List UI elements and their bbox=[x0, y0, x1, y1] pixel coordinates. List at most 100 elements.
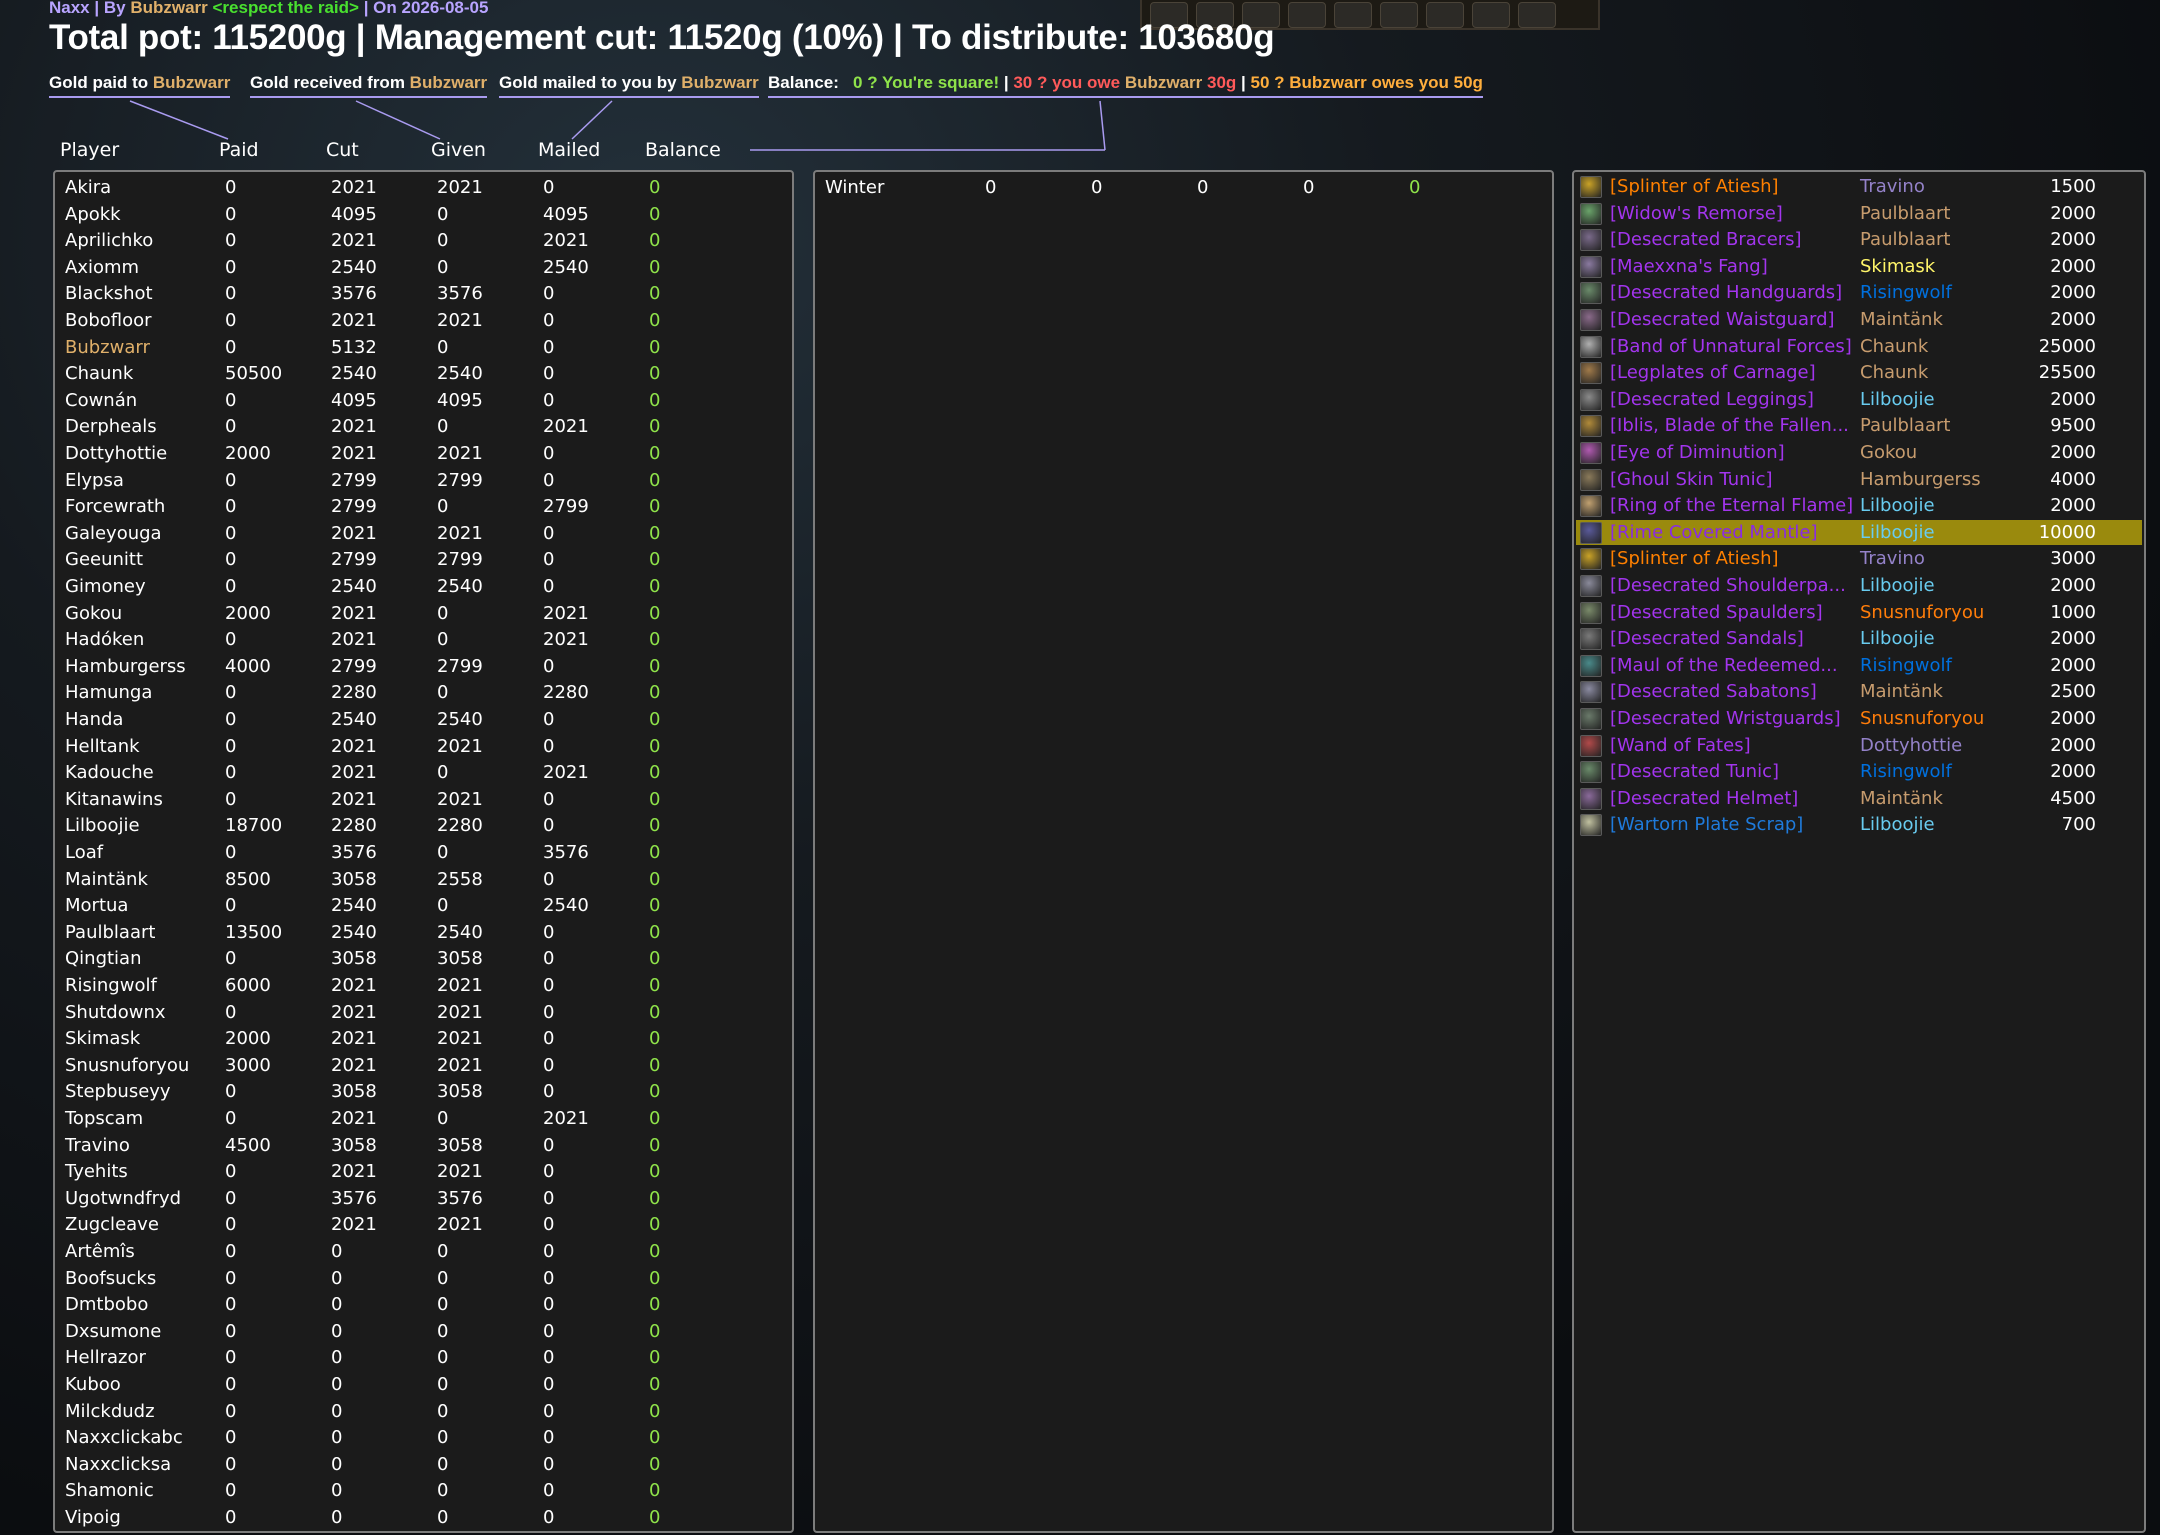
table-row[interactable]: Paulblaart 13500 2540 2540 0 0 bbox=[55, 920, 792, 947]
loot-row[interactable]: [Desecrated Helmet] Maintänk 4500 bbox=[1576, 786, 2142, 812]
item-link[interactable]: [Desecrated Spaulders] bbox=[1610, 600, 1823, 626]
loot-row[interactable]: [Iblis, Blade of the Fallen... Paulblaart… bbox=[1576, 413, 2142, 439]
table-row[interactable]: Dottyhottie 2000 2021 2021 0 0 bbox=[55, 441, 792, 468]
item-link[interactable]: [Desecrated Shoulderpa... bbox=[1610, 573, 1846, 599]
table-row[interactable]: Dxsumone 0 0 0 0 0 bbox=[55, 1319, 792, 1346]
table-row[interactable]: Zugcleave 0 2021 2021 0 0 bbox=[55, 1212, 792, 1239]
loot-row[interactable]: [Legplates of Carnage] Chaunk 25500 bbox=[1576, 360, 2142, 386]
item-link[interactable]: [Desecrated Waistguard] bbox=[1610, 307, 1835, 333]
table-row[interactable]: Chaunk 50500 2540 2540 0 0 bbox=[55, 361, 792, 388]
col-header-balance[interactable]: Balance bbox=[645, 139, 721, 161]
item-icon[interactable] bbox=[1580, 787, 1602, 810]
item-link[interactable]: [Desecrated Bracers] bbox=[1610, 227, 1802, 253]
item-icon[interactable] bbox=[1580, 575, 1602, 597]
loot-row[interactable]: [Wand of Fates] Dottyhottie 2000 bbox=[1576, 733, 2142, 759]
table-row[interactable]: Qingtian 0 3058 3058 0 0 bbox=[55, 946, 792, 973]
ability-slot-icon[interactable] bbox=[1518, 2, 1556, 28]
item-link[interactable]: [Band of Unnatural Forces] bbox=[1610, 334, 1852, 360]
ability-slot-icon[interactable] bbox=[1380, 2, 1418, 28]
item-icon[interactable] bbox=[1580, 681, 1602, 704]
item-link[interactable]: [Splinter of Atiesh] bbox=[1610, 174, 1779, 200]
table-row[interactable]: Dmtbobo 0 0 0 0 0 bbox=[55, 1292, 792, 1319]
item-link[interactable]: [Desecrated Leggings] bbox=[1610, 387, 1814, 413]
table-row[interactable]: Apokk 0 4095 0 4095 0 bbox=[55, 202, 792, 229]
table-row[interactable]: Mortua 0 2540 0 2540 0 bbox=[55, 893, 792, 920]
col-header-paid[interactable]: Paid bbox=[219, 139, 259, 161]
item-icon[interactable] bbox=[1580, 229, 1602, 252]
table-row[interactable]: Aprilichko 0 2021 0 2021 0 bbox=[55, 228, 792, 255]
table-row[interactable]: Ugotwndfryd 0 3576 3576 0 0 bbox=[55, 1186, 792, 1213]
item-icon[interactable] bbox=[1580, 734, 1602, 757]
table-row[interactable]: Elypsa 0 2799 2799 0 0 bbox=[55, 468, 792, 495]
item-link[interactable]: [Splinter of Atiesh] bbox=[1610, 546, 1779, 572]
item-link[interactable]: [Desecrated Sandals] bbox=[1610, 626, 1804, 652]
item-link[interactable]: [Maexxna's Fang] bbox=[1610, 254, 1768, 280]
loot-row[interactable]: [Desecrated Sandals] Lilboojie 2000 bbox=[1576, 626, 2142, 652]
item-link[interactable]: [Maul of the Redeemed... bbox=[1610, 653, 1838, 679]
col-header-mailed[interactable]: Mailed bbox=[538, 139, 600, 161]
item-icon[interactable] bbox=[1580, 548, 1602, 571]
loot-row[interactable]: [Ghoul Skin Tunic] Hamburgerss 4000 bbox=[1576, 467, 2142, 493]
item-link[interactable]: [Wartorn Plate Scrap] bbox=[1610, 812, 1803, 838]
item-icon[interactable] bbox=[1580, 282, 1602, 305]
table-row[interactable]: Hadóken 0 2021 0 2021 0 bbox=[55, 627, 792, 654]
loot-row[interactable]: [Maul of the Redeemed... Risingwolf 2000 bbox=[1576, 653, 2142, 679]
table-row[interactable]: Risingwolf 6000 2021 2021 0 0 bbox=[55, 973, 792, 1000]
item-link[interactable]: [Desecrated Handguards] bbox=[1610, 280, 1842, 306]
item-link[interactable]: [Widow's Remorse] bbox=[1610, 201, 1783, 227]
col-header-player[interactable]: Player bbox=[60, 139, 119, 161]
table-row[interactable]: Blackshot 0 3576 3576 0 0 bbox=[55, 281, 792, 308]
loot-row[interactable]: [Desecrated Bracers] Paulblaart 2000 bbox=[1576, 227, 2142, 253]
item-icon[interactable] bbox=[1580, 814, 1602, 837]
table-row[interactable]: Kitanawins 0 2021 2021 0 0 bbox=[55, 787, 792, 814]
item-icon[interactable] bbox=[1580, 761, 1602, 784]
table-row[interactable]: Hellrazor 0 0 0 0 0 bbox=[55, 1345, 792, 1372]
item-icon[interactable] bbox=[1580, 176, 1602, 198]
loot-row[interactable]: [Desecrated Tunic] Risingwolf 2000 bbox=[1576, 759, 2142, 785]
loot-row[interactable]: [Wartorn Plate Scrap] Lilboojie 700 bbox=[1576, 812, 2142, 838]
loot-row[interactable]: [Desecrated Wristguards] Snusnuforyou 2000 bbox=[1576, 706, 2142, 732]
item-link[interactable]: [Desecrated Tunic] bbox=[1610, 759, 1779, 785]
item-icon[interactable] bbox=[1580, 362, 1602, 385]
table-row[interactable]: Boofsucks 0 0 0 0 0 bbox=[55, 1266, 792, 1293]
loot-row[interactable]: [Desecrated Waistguard] Maintänk 2000 bbox=[1576, 307, 2142, 333]
loot-row[interactable]: [Ring of the Eternal Flame] Lilboojie 2000 bbox=[1576, 493, 2142, 519]
table-row[interactable]: Geeunitt 0 2799 2799 0 0 bbox=[55, 547, 792, 574]
item-icon[interactable] bbox=[1580, 335, 1602, 358]
ability-slot-icon[interactable] bbox=[1472, 2, 1510, 28]
ability-slot-icon[interactable] bbox=[1334, 2, 1372, 28]
table-row[interactable]: Naxxclickabc 0 0 0 0 0 bbox=[55, 1425, 792, 1452]
item-link[interactable]: [Iblis, Blade of the Fallen... bbox=[1610, 413, 1849, 439]
item-link[interactable]: [Rime Covered Mantle] bbox=[1610, 520, 1818, 546]
item-link[interactable]: [Ghoul Skin Tunic] bbox=[1610, 467, 1773, 493]
item-icon[interactable] bbox=[1580, 255, 1602, 278]
loot-row[interactable]: [Desecrated Spaulders] Snusnuforyou 1000 bbox=[1576, 600, 2142, 626]
item-link[interactable]: [Desecrated Sabatons] bbox=[1610, 679, 1817, 705]
ability-slot-icon[interactable] bbox=[1426, 2, 1464, 28]
item-icon[interactable] bbox=[1580, 388, 1602, 411]
loot-row[interactable]: [Eye of Diminution] Gokou 2000 bbox=[1576, 440, 2142, 466]
table-row[interactable]: Skimask 2000 2021 2021 0 0 bbox=[55, 1026, 792, 1053]
table-row[interactable]: Snusnuforyou 3000 2021 2021 0 0 bbox=[55, 1053, 792, 1080]
table-row[interactable]: Handa 0 2540 2540 0 0 bbox=[55, 707, 792, 734]
loot-row[interactable]: [Desecrated Leggings] Lilboojie 2000 bbox=[1576, 387, 2142, 413]
table-row[interactable]: Milckdudz 0 0 0 0 0 bbox=[55, 1399, 792, 1426]
item-link[interactable]: [Legplates of Carnage] bbox=[1610, 360, 1816, 386]
col-header-given[interactable]: Given bbox=[431, 139, 486, 161]
item-link[interactable]: [Wand of Fates] bbox=[1610, 733, 1751, 759]
item-link[interactable]: [Desecrated Helmet] bbox=[1610, 786, 1798, 812]
item-link[interactable]: [Ring of the Eternal Flame] bbox=[1610, 493, 1853, 519]
table-row[interactable]: Gimoney 0 2540 2540 0 0 bbox=[55, 574, 792, 601]
item-icon[interactable] bbox=[1580, 708, 1602, 730]
ability-slot-icon[interactable] bbox=[1288, 2, 1326, 28]
item-icon[interactable] bbox=[1580, 415, 1602, 438]
table-row[interactable]: Hamburgerss 4000 2799 2799 0 0 bbox=[55, 654, 792, 681]
table-row[interactable]: Akira 0 2021 2021 0 0 bbox=[55, 175, 792, 202]
item-link[interactable]: [Eye of Diminution] bbox=[1610, 440, 1785, 466]
item-icon[interactable] bbox=[1580, 521, 1602, 544]
table-row[interactable]: Helltank 0 2021 2021 0 0 bbox=[55, 734, 792, 761]
loot-row[interactable]: [Desecrated Handguards] Risingwolf 2000 bbox=[1576, 280, 2142, 306]
table-row[interactable]: Bubzwarr 0 5132 0 0 0 bbox=[55, 335, 792, 362]
table-row[interactable]: Vipoig 0 0 0 0 0 bbox=[55, 1505, 792, 1531]
table-row[interactable]: Shamonic 0 0 0 0 0 bbox=[55, 1478, 792, 1505]
